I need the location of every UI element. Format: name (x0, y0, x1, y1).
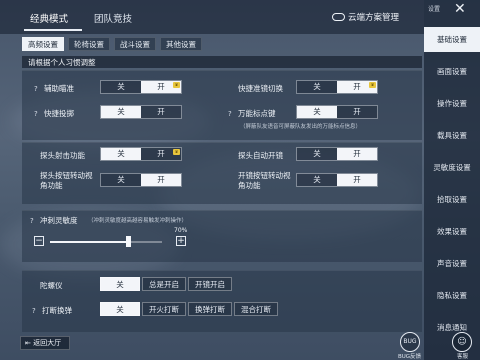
subtab-combat[interactable]: 战斗设置 (114, 37, 156, 51)
subtab-wheelchair[interactable]: 轮椅设置 (68, 37, 110, 51)
back-to-lobby-button[interactable]: ⇤ 返回大厅 (20, 336, 70, 350)
scope-button-view-off[interactable]: 关 (297, 174, 337, 186)
tab-classic-mode[interactable]: 经典模式 (30, 11, 68, 25)
section-header: 请根据个人习惯调整 (22, 56, 422, 68)
sidebar-title: 设置 (428, 6, 441, 13)
sidebar-item-notifications[interactable]: 消息通知 (424, 315, 480, 340)
peek-auto-scope-toggle: 关 开 (296, 147, 378, 161)
sprint-sensitivity-value: 70% (174, 227, 188, 234)
sidebar-item-effects[interactable]: 效果设置 (424, 219, 480, 244)
active-tab-underline (24, 29, 82, 31)
customer-service-label: 客服 (457, 354, 469, 360)
scope-button-view-label: 开镜按钮转动视角功能 (238, 171, 291, 190)
fire-switch-option-off[interactable]: 关 (100, 302, 140, 316)
quick-throw-off[interactable]: 关 (101, 106, 141, 118)
help-icon[interactable]: ? (228, 110, 235, 118)
aim-assist-on[interactable]: 开 ♛ (141, 81, 181, 93)
cloud-icon (332, 13, 345, 21)
scope-button-view-toggle: 关 开 (296, 173, 378, 187)
peek-fire-on[interactable]: 开 ♛ (141, 148, 181, 160)
peek-fire-toggle: 关 开 ♛ (100, 147, 182, 161)
fire-switch-option-fire[interactable]: 开火打断 (142, 302, 186, 316)
peek-button-view-off[interactable]: 关 (101, 174, 141, 186)
gyroscope-option-always[interactable]: 总是开启 (142, 277, 186, 291)
scope-button-view-on[interactable]: 开 (337, 174, 377, 186)
sidebar-item-pickup[interactable]: 拾取设置 (424, 187, 480, 212)
close-icon[interactable]: ✕ (454, 1, 466, 17)
bug-report-icon[interactable]: BUG (400, 332, 420, 352)
quick-throw-toggle: 关 开 (100, 105, 182, 119)
peek-auto-scope-on[interactable]: 开 (337, 148, 377, 160)
aim-assist-label: ? 辅助瞄准 (34, 84, 74, 93)
gyroscope-option-off[interactable]: 关 (100, 277, 140, 291)
customer-service-icon[interactable]: ☺ (452, 332, 472, 352)
quick-scope-off[interactable]: 关 (297, 81, 337, 93)
sprint-slider-thumb[interactable] (126, 236, 132, 247)
help-icon[interactable]: ? (32, 307, 39, 315)
sidebar-item-graphics[interactable]: 画面设置 (424, 59, 480, 84)
subtab-high-frequency[interactable]: 高频设置 (22, 37, 64, 51)
universal-mark-label: ? 万能标点键 (228, 109, 276, 118)
help-icon[interactable]: ? (30, 217, 37, 225)
fire-switch-option-mixed[interactable]: 混合打断 (234, 302, 278, 316)
quick-scope-toggle: 关 开 ♛ (296, 80, 378, 94)
quick-throw-label: ? 快捷投掷 (34, 109, 74, 118)
peek-auto-scope-label: 探头自动开镜 (238, 151, 283, 160)
sidebar-item-vehicle[interactable]: 载具设置 (424, 123, 480, 148)
aim-assist-toggle: 关 开 ♛ (100, 80, 182, 94)
badge-icon: ♛ (369, 82, 376, 88)
peek-fire-label: 探头射击功能 (40, 151, 85, 160)
help-icon[interactable]: ? (34, 110, 41, 118)
fire-switch-label: ? 打断换弹 (32, 306, 72, 315)
fire-switch-option-reload[interactable]: 换弹打断 (188, 302, 232, 316)
universal-mark-on[interactable]: 开 (337, 106, 377, 118)
back-arrow-icon: ⇤ (25, 339, 34, 347)
sprint-sensitivity-label: ? 冲刺灵敏度 (30, 216, 78, 225)
aim-assist-off[interactable]: 关 (101, 81, 141, 93)
badge-icon: ♛ (173, 82, 180, 88)
sprint-slider-track[interactable] (50, 236, 162, 247)
peek-auto-scope-off[interactable]: 关 (297, 148, 337, 160)
quick-scope-on[interactable]: 开 ♛ (337, 81, 377, 93)
subtab-other[interactable]: 其他设置 (160, 37, 202, 51)
gyroscope-option-scope[interactable]: 开镜开启 (188, 277, 232, 291)
slider-plus-button[interactable]: + (176, 236, 186, 246)
sprint-slider-fill (50, 241, 129, 243)
cloud-manager-label: 云端方案管理 (348, 13, 400, 23)
peek-button-view-on[interactable]: 开 (141, 174, 181, 186)
badge-icon: ♛ (173, 149, 180, 155)
help-icon[interactable]: ? (34, 85, 41, 93)
sidebar-item-controls[interactable]: 操作设置 (424, 91, 480, 116)
fire-switch-options: 关 开火打断 换弹打断 混合打断 (100, 302, 278, 316)
section-title: 请根据个人习惯调整 (28, 58, 96, 67)
sidebar-item-sound[interactable]: 声音设置 (424, 251, 480, 276)
slider-minus-button[interactable]: − (34, 236, 44, 246)
peek-button-view-label: 探头按钮转动视角功能 (40, 171, 93, 190)
sidebar-item-privacy[interactable]: 隐私设置 (424, 283, 480, 308)
peek-fire-off[interactable]: 关 (101, 148, 141, 160)
sidebar-item-basic[interactable]: 基础设置 (424, 27, 480, 52)
bug-report-label: BUG反馈 (398, 354, 422, 360)
cloud-manager-button[interactable]: 云端方案管理 (332, 11, 399, 23)
panel-sprint (22, 210, 422, 262)
universal-mark-toggle: 关 开 (296, 105, 378, 119)
universal-mark-off[interactable]: 关 (297, 106, 337, 118)
quick-throw-on[interactable]: 开 (141, 106, 181, 118)
gyroscope-label: 陀螺仪 (40, 281, 63, 290)
universal-mark-note: （屏蔽队友语音可屏蔽队友发出的万能标点信息） (240, 124, 362, 130)
sidebar-item-sensitivity[interactable]: 灵敏度设置 (424, 155, 480, 180)
sub-tabs: 高频设置 轮椅设置 战斗设置 其他设置 (22, 37, 202, 51)
tab-team-deathmatch[interactable]: 团队竞技 (94, 11, 132, 25)
gyroscope-options: 关 总是开启 开镜开启 (100, 277, 232, 291)
sprint-sensitivity-note: （冲刺灵敏度越高越容易触发冲刺操作） (88, 218, 188, 224)
quick-scope-label: 快捷准镜切换 (238, 84, 283, 93)
peek-button-view-toggle: 关 开 (100, 173, 182, 187)
